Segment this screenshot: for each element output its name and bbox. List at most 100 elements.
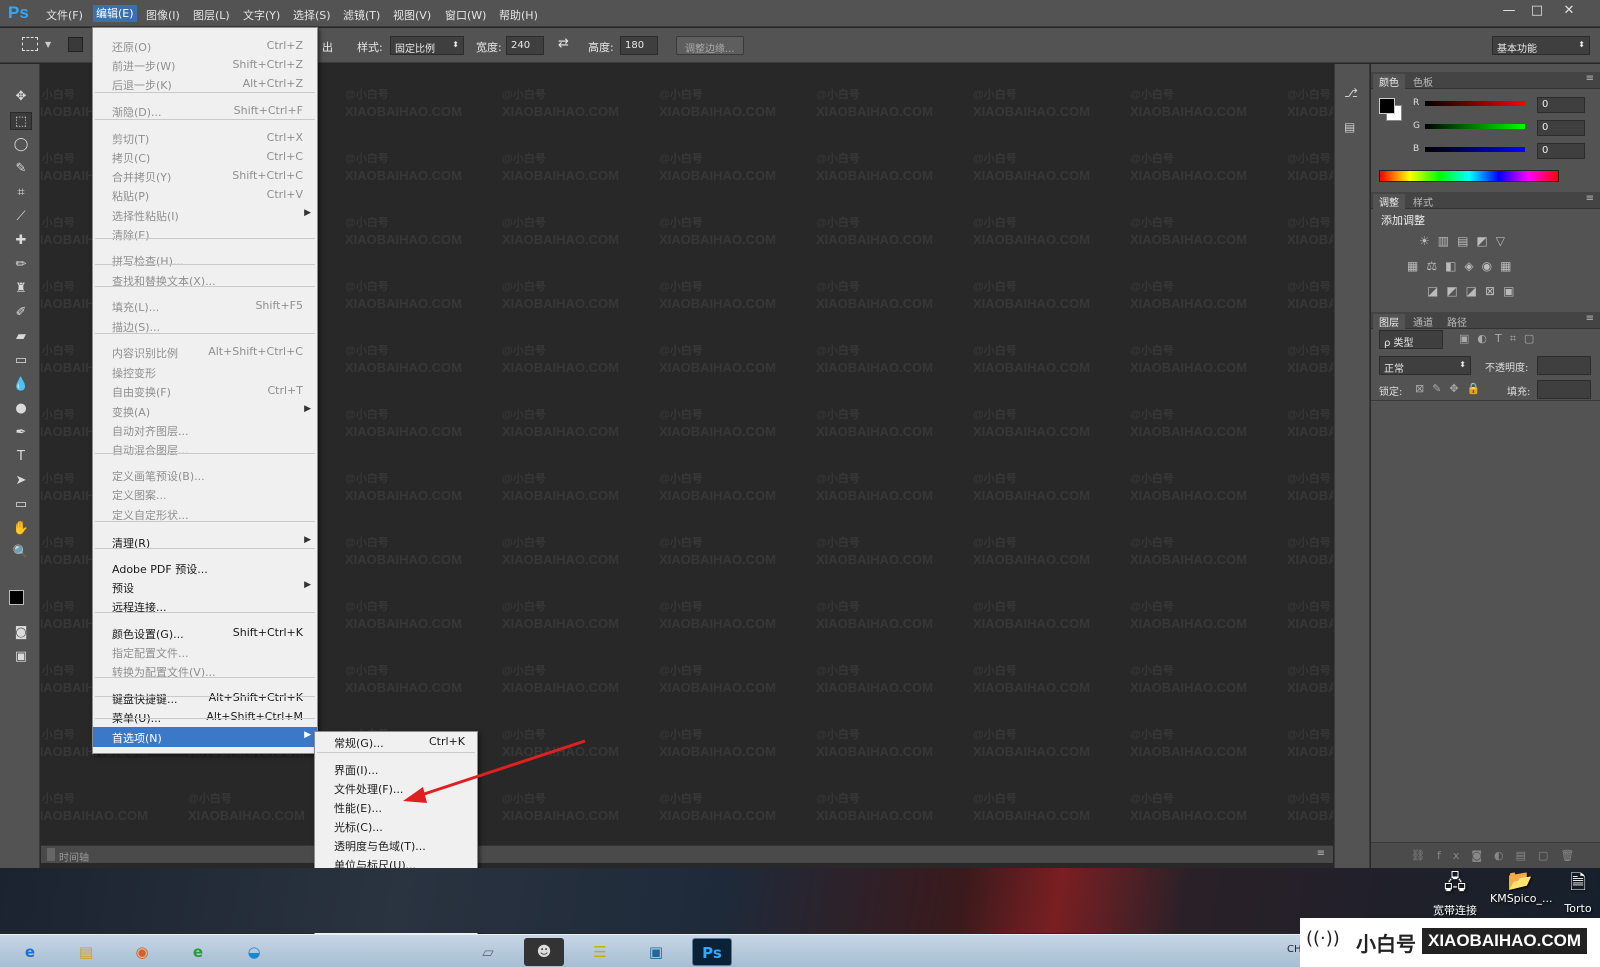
fill-input[interactable]: [1537, 380, 1591, 399]
edit-menu-item[interactable]: 颜色设置(G)... Shift+Ctrl+K: [93, 623, 317, 642]
edit-menu-item[interactable]: 剪切(T) Ctrl+X: [93, 128, 317, 147]
panel-menu-icon[interactable]: ≡: [1586, 313, 1594, 324]
lock-icons[interactable]: ⊠✎✥🔒: [1415, 382, 1495, 395]
edit-menu-item[interactable]: 首选项(N) ▶: [93, 727, 317, 747]
tab-paths[interactable]: 路径: [1441, 314, 1473, 329]
edit-menu-item[interactable]: 自动混合图层...: [93, 439, 317, 458]
tab-layers[interactable]: 图层: [1373, 314, 1405, 329]
edit-menu-item[interactable]: 键盘快捷键... Alt+Shift+Ctrl+K: [93, 688, 317, 707]
edit-menu-item[interactable]: 指定配置文件...: [93, 642, 317, 661]
blur-tool-icon[interactable]: 💧: [10, 376, 32, 394]
menu-type[interactable]: 文字(Y): [243, 7, 280, 23]
path-select-icon[interactable]: ➤: [10, 472, 32, 490]
gradient-tool-icon[interactable]: ▭: [10, 352, 32, 370]
shape-tool-icon[interactable]: ▭: [10, 496, 32, 514]
layers-list[interactable]: [1371, 400, 1600, 840]
edit-menu-item[interactable]: 自动对齐图层...: [93, 420, 317, 439]
tab-channels[interactable]: 通道: [1407, 314, 1439, 329]
blue-slider[interactable]: [1425, 147, 1525, 152]
chat-icon[interactable]: ◒: [234, 938, 274, 966]
healing-brush-icon[interactable]: ✚: [10, 232, 32, 250]
lasso-tool-icon[interactable]: ◯: [10, 136, 32, 154]
edit-menu-item[interactable]: 定义图案...: [93, 484, 317, 503]
blend-mode-select[interactable]: 正常 ⬍: [1379, 356, 1471, 375]
zoom-tool-icon[interactable]: 🔍: [10, 544, 32, 562]
layer-filter-icons[interactable]: ▣◐T⌗▢: [1459, 332, 1569, 346]
edit-menu-item[interactable]: 内容识别比例 Alt+Shift+Ctrl+C: [93, 342, 317, 361]
layer-action-icons[interactable]: ⛓fx◙◐▤▢🗑: [1411, 849, 1591, 862]
green-value-input[interactable]: 0: [1537, 120, 1585, 136]
timeline-label[interactable]: 时间轴: [59, 849, 89, 864]
refine-edge-button[interactable]: 调整边缘...: [676, 36, 744, 55]
edit-menu-item[interactable]: 合并拷贝(Y) Shift+Ctrl+C: [93, 166, 317, 185]
color-spectrum-bar[interactable]: [1379, 170, 1559, 182]
edit-menu-item[interactable]: 拷贝(C) Ctrl+C: [93, 147, 317, 166]
eyedropper-icon[interactable]: ⟋: [10, 208, 32, 226]
quick-mask-icon[interactable]: ◙: [10, 624, 32, 642]
type-tool-icon[interactable]: T: [10, 448, 32, 466]
edit-menu-item[interactable]: 菜单(U)... Alt+Shift+Ctrl+M: [93, 707, 317, 726]
menu-select[interactable]: 选择(S): [293, 7, 331, 23]
photoshop-taskbar-icon[interactable]: Ps: [692, 938, 732, 966]
tab-adjustments[interactable]: 调整: [1373, 194, 1405, 209]
new-selection-icon[interactable]: [68, 37, 83, 52]
edit-menu-item[interactable]: 粘贴(P) Ctrl+V: [93, 185, 317, 204]
explorer-icon[interactable]: ▤: [66, 938, 106, 966]
red-value-input[interactable]: 0: [1537, 97, 1585, 113]
minimize-button[interactable]: —: [1496, 3, 1522, 19]
crop-tool-icon[interactable]: ⌗: [10, 184, 32, 202]
hand-tool-icon[interactable]: ✋: [10, 520, 32, 538]
adjustment-icons-row-2[interactable]: ▦⚖◧◈◉▦: [1407, 259, 1557, 273]
marquee-tool-icon[interactable]: [22, 37, 38, 51]
edit-menu-item[interactable]: 操控变形: [93, 362, 317, 381]
panel-menu-icon[interactable]: ≡: [1586, 73, 1594, 84]
history-panel-icon[interactable]: ⎇: [1344, 86, 1360, 102]
adjustment-icons-row-3[interactable]: ◪◩◪⊠▣: [1427, 284, 1557, 298]
menu-edit[interactable]: 编辑(E): [93, 5, 137, 22]
edit-menu-item[interactable]: 拼写检查(H)...: [93, 250, 317, 269]
edit-menu-item[interactable]: 填充(L)... Shift+F5: [93, 296, 317, 315]
ie-icon[interactable]: e: [10, 938, 50, 966]
swap-icon[interactable]: ⇄: [558, 36, 569, 51]
style-select[interactable]: 固定比例 ⬍: [390, 36, 464, 55]
foreground-color-swatch[interactable]: [1379, 98, 1395, 114]
stamp-tool-icon[interactable]: ♜: [10, 280, 32, 298]
notes-icon[interactable]: ☰: [580, 938, 620, 966]
broadband-desktop-icon[interactable]: 🖧 宽带连接: [1425, 868, 1485, 918]
red-slider[interactable]: [1425, 101, 1525, 106]
green-slider[interactable]: [1425, 124, 1525, 129]
opacity-input[interactable]: [1537, 356, 1591, 375]
width-input[interactable]: 240: [506, 36, 544, 55]
window-icon[interactable]: ▣: [636, 938, 676, 966]
menu-help[interactable]: 帮助(H): [499, 7, 538, 23]
workspace-select[interactable]: 基本功能 ⬍: [1492, 36, 1590, 55]
adjustment-icons-row-1[interactable]: ☀▥▤◩▽: [1419, 234, 1549, 248]
move-tool-icon[interactable]: ✥: [10, 88, 32, 106]
edit-menu-item[interactable]: 自由变换(F) Ctrl+T: [93, 381, 317, 400]
properties-panel-icon[interactable]: ▤: [1344, 120, 1360, 136]
menu-filter[interactable]: 滤镜(T): [343, 7, 380, 23]
edit-menu-item[interactable]: 选择性粘贴(I) ▶: [93, 205, 317, 224]
tab-swatches[interactable]: 色板: [1407, 74, 1439, 89]
menu-window[interactable]: 窗口(W): [445, 7, 486, 23]
tab-styles[interactable]: 样式: [1407, 194, 1439, 209]
edit-menu-item[interactable]: 预设 ▶: [93, 577, 317, 596]
menu-image[interactable]: 图像(I): [146, 7, 180, 23]
pen-tool-icon[interactable]: ✒: [10, 424, 32, 442]
edit-menu-item[interactable]: Adobe PDF 预设...: [93, 558, 317, 577]
notepad-icon[interactable]: ▱: [468, 938, 508, 966]
foreground-color-swatch[interactable]: [9, 590, 24, 605]
layer-filter-select[interactable]: ρ 类型: [1379, 330, 1443, 349]
preferences-menu-item[interactable]: 光标(C)...: [315, 816, 477, 835]
panel-menu-icon[interactable]: ≡: [1586, 193, 1594, 204]
tab-color[interactable]: 颜色: [1373, 74, 1405, 89]
dodge-tool-icon[interactable]: ●: [10, 400, 32, 418]
chevron-down-icon[interactable]: ▼: [45, 40, 51, 49]
menu-file[interactable]: 文件(F): [46, 7, 83, 23]
edit-menu-item[interactable]: 前进一步(W) Shift+Ctrl+Z: [93, 55, 317, 74]
avatar-app-icon[interactable]: ☻: [524, 938, 564, 966]
edit-menu-item[interactable]: 清除(E): [93, 224, 317, 243]
panel-menu-icon[interactable]: ≡: [1317, 848, 1325, 859]
edit-menu-item[interactable]: 变换(A) ▶: [93, 401, 317, 420]
history-brush-icon[interactable]: ✐: [10, 304, 32, 322]
